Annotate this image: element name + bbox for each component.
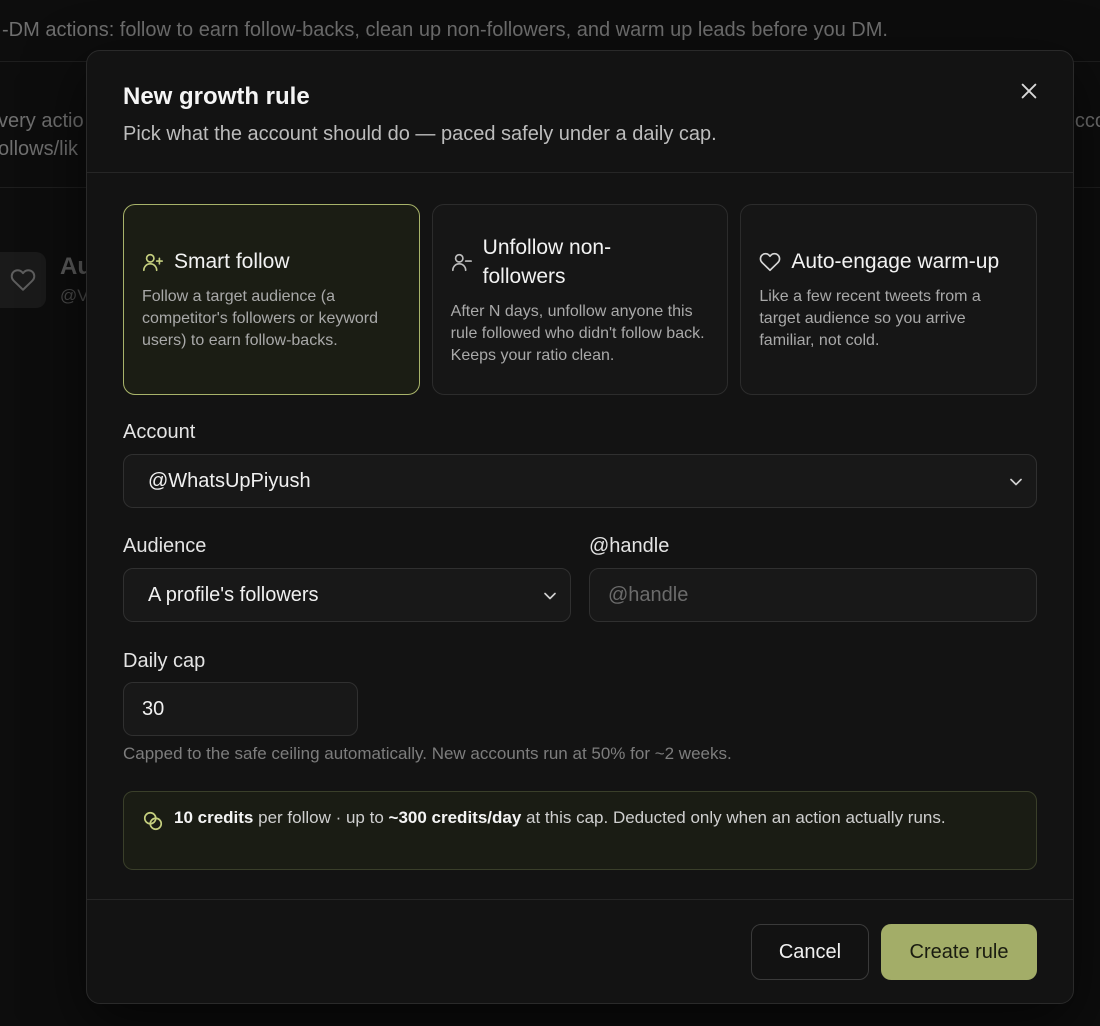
close-button[interactable] [1015,77,1043,105]
account-select[interactable]: @WhatsUpPiyush [123,454,1037,508]
dialog-subtitle: Pick what the account should do — paced … [123,123,717,145]
chevron-down-icon [544,592,556,600]
user-minus-icon [451,251,473,273]
coins-icon [142,810,164,832]
heart-icon [759,251,781,273]
audience-label: Audience [123,535,207,557]
new-growth-rule-dialog: New growth rule Pick what the account sh… [86,50,1074,1004]
handle-label: @handle [589,535,670,557]
handle-input[interactable]: @handle [589,568,1037,622]
chevron-down-icon [1010,478,1022,486]
option-auto-engage-warm-up[interactable]: Auto-engage warm-up Like a few recent tw… [740,204,1038,395]
rule-type-options: Smart follow Follow a target audience (a… [123,204,1038,395]
user-plus-icon [142,251,164,273]
option-title: Unfollow non-followers [482,235,612,288]
credits-per-day: ~300 credits/day [388,808,522,827]
option-unfollow-non-followers[interactable]: Unfollow non-followers After N days, unf… [431,204,729,395]
audience-select[interactable]: A profile's followers [123,568,571,622]
heart-icon [0,252,46,308]
option-smart-follow[interactable]: Smart follow Follow a target audience (a… [123,204,420,395]
cancel-button[interactable]: Cancel [751,924,869,980]
close-icon [1021,83,1037,99]
option-description: Follow a target audience (a competitor's… [142,288,379,349]
account-select-value: @WhatsUpPiyush [148,469,311,492]
dialog-header: New growth rule Pick what the account sh… [87,51,1073,173]
credits-amount: 10 credits [174,808,254,827]
daily-cap-label: Daily cap [123,650,206,672]
handle-placeholder: @handle [608,583,689,606]
option-description: After N days, unfollow anyone this rule … [450,302,705,364]
account-label: Account [123,421,196,443]
option-title: Smart follow [174,250,290,273]
dialog-footer: Cancel Create rule [87,899,1073,1003]
create-rule-button[interactable]: Create rule [881,924,1037,980]
audience-select-value: A profile's followers [148,583,319,606]
option-description: Like a few recent tweets from a target a… [759,288,981,349]
option-title: Auto-engage warm-up [791,250,1000,273]
daily-cap-input[interactable]: 30 [123,682,358,736]
credits-info: 10 credits per follow · up to ~300 credi… [123,791,1037,870]
daily-cap-value: 30 [142,697,165,720]
dialog-title: New growth rule [123,83,310,110]
daily-cap-helper: Capped to the safe ceiling automatically… [123,744,732,763]
